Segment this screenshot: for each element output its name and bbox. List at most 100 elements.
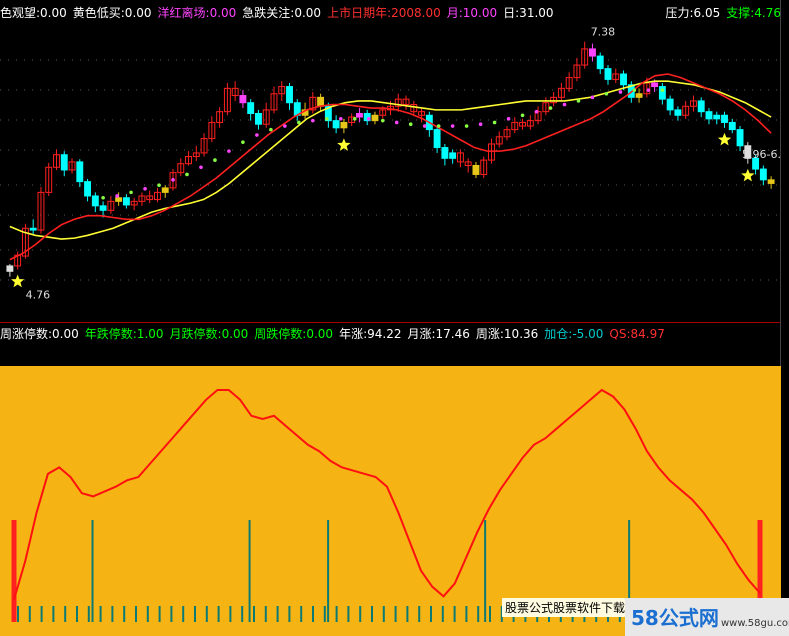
candle-body-93 [728,121,736,131]
candle-body-98 [767,179,775,184]
candle-body-10 [84,181,92,197]
main-price-panel[interactable]: 7.38 4.76 5.96-6. [0,0,781,322]
signal-bar-0 [11,520,17,622]
buy-star-icon-0 [11,274,25,288]
ma-dot-12 [269,127,273,132]
range-label: 5.96-6. [742,148,781,161]
candle-body-42 [332,120,340,129]
buy-star-icon-2 [717,132,732,146]
vertical-scrollbar[interactable] [780,0,789,366]
candle-body-86 [674,109,682,116]
ma-dot-8 [213,158,217,162]
candle-body-3 [29,227,37,231]
ma-dot-11 [255,133,259,137]
ma-dot-32 [548,106,553,110]
candle-body-94 [736,129,744,147]
candle-body-76 [596,55,604,70]
candle-body-47 [371,114,379,122]
candle-body-20 [161,187,169,193]
ma-dot-36 [604,91,609,96]
legend-sub-item-4: 年涨:94.22 [339,327,402,341]
candle-body-11 [91,195,99,207]
legend-top-item-4: 上市日期年:2008.00 [327,6,441,20]
candle-body-7 [60,154,68,171]
legend-right-item-1: 支撑:4.76 [726,6,781,20]
ma-dot-2 [129,190,133,195]
buy-star-icon-1 [337,138,351,151]
candle-body-55 [433,129,441,149]
legend-sub-item-2: 月跌停数:0.00 [169,327,249,341]
signal-bar-2 [248,520,251,622]
panel-divider [0,322,781,323]
oscillator-chart [11,388,763,622]
candle-body-81 [635,93,643,98]
candle-body-89 [697,100,705,113]
ma-dot-9 [227,149,231,153]
candle-body-31 [247,102,255,114]
legend-top-item-5: 月:10.00 [446,6,498,20]
legend-top-item-1: 黄色低买:0.00 [72,6,152,20]
legend-right-item-0: 压力:6.05 [665,6,721,20]
candle-body-97 [759,168,767,181]
legend-sub-item-1: 年跌停数:1.00 [84,327,164,341]
ma-dot-5 [171,178,175,182]
ma-dot-1 [115,194,119,198]
legend-top-item-3: 急跌关注:0.00 [242,6,322,20]
ma-dot-31 [534,109,539,114]
ma-dot-0 [101,195,105,200]
ma-dot-16 [325,117,329,121]
ma-dot-40 [660,88,665,92]
ma-dot-18 [352,117,357,121]
candle-body-92 [721,114,728,123]
logo-site-url: www.58gu.com [721,618,789,629]
candle-body-85 [666,98,674,111]
watermark-text: 股票公式股票软件下载 [502,598,629,617]
ma-dot-23 [422,124,427,128]
legend-top-item-6: 日:31.00 [503,6,554,20]
ma-dot-4 [157,183,161,188]
legend-sub-item-0: 周涨停数:0.00 [0,327,79,341]
indicator-legend-sub: 周涨停数:0.00 年跌停数:1.00 月跌停数:0.00 周跌停数:0.00 年涨:9… [0,325,671,341]
candle-body-0 [6,265,14,272]
legend-top-item-2: 洋红离场:0.00 [157,6,237,20]
ma-dot-22 [408,122,413,127]
signal-bar-3 [327,520,330,622]
candle-body-43 [340,121,348,129]
candle-body-45 [355,112,363,118]
ma-dot-20 [380,118,385,123]
ma-dot-24 [436,124,441,128]
ma-dot-14 [297,120,301,125]
ma-dot-37 [618,90,623,94]
ma-dot-17 [338,117,343,121]
candle-body-79 [620,73,627,86]
candle-body-14 [115,197,123,202]
ma-dot-7 [199,165,203,170]
legend-sub-item-7: 加仓:-5.00 [544,327,604,341]
legend-sub-item-6: 周涨:10.36 [475,327,539,341]
candle-body-83 [651,82,659,88]
ma-dot-27 [478,122,483,127]
candle-body-40 [317,96,325,107]
ma-dot-29 [506,117,511,121]
oscillator-panel[interactable] [0,366,781,636]
candle-body-56 [441,147,449,159]
ma-dot-33 [562,102,567,107]
candle-body-90 [705,111,713,120]
candlestick-chart: 7.38 4.76 5.96-6. [0,26,781,302]
logo-brand: 58公式网 [631,606,719,630]
candle-body-9 [76,161,84,183]
candle-body-77 [604,68,612,80]
high-price-label: 7.38 [591,26,616,39]
ma-dot-30 [520,113,525,118]
legend-top-item-0: 色观望:0.00 [0,6,67,20]
ma-dot-38 [632,88,637,92]
chart-window: 7.38 4.76 5.96-6. 色观望:0.00 黄色低买:0.00 洋红离场:0.… [0,0,789,636]
ma-dot-35 [590,95,595,100]
site-logo: 58公式网 www.58gu.com [625,598,789,636]
ma-dot-10 [241,140,245,144]
candle-body-91 [713,114,721,120]
candle-body-32 [254,112,262,125]
buy-star-icon-3 [741,168,755,182]
candle-body-75 [589,48,596,57]
ma-dot-34 [576,99,581,103]
